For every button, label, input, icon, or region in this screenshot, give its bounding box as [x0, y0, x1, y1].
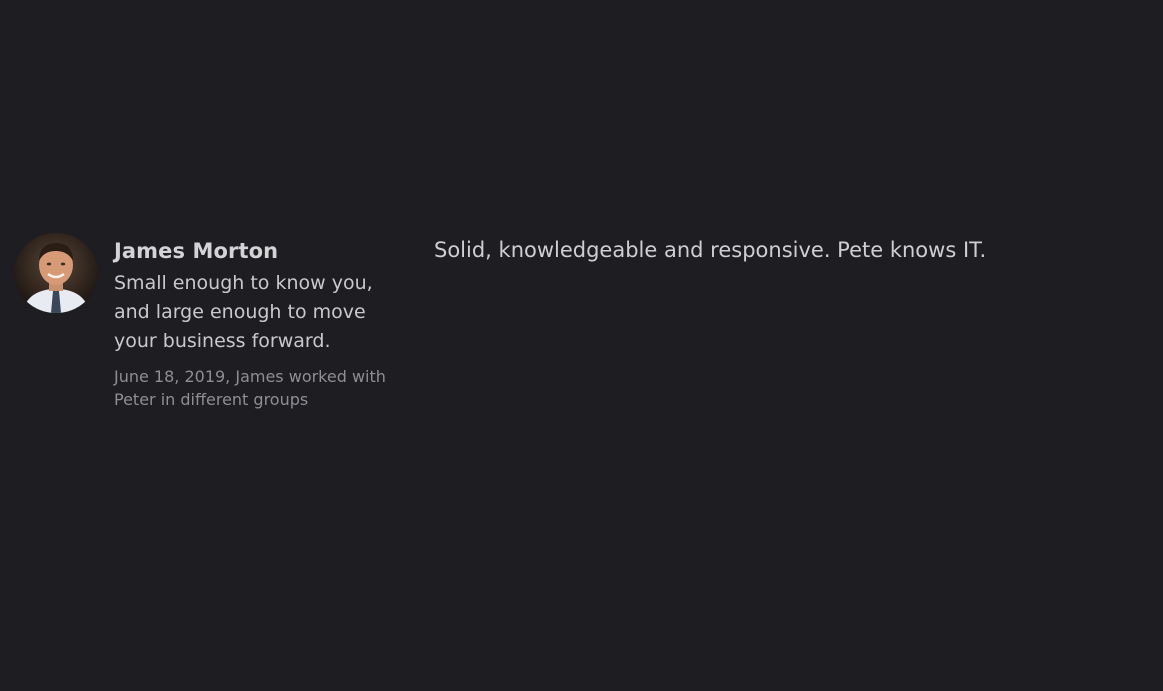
recommendation-card: James Morton Small enough to know you, a… [14, 233, 1114, 411]
recommendation-text: Solid, knowledgeable and responsive. Pet… [434, 238, 987, 262]
recommender-info: James Morton Small enough to know you, a… [114, 233, 414, 411]
profile-photo-icon [14, 233, 98, 313]
recommender-name[interactable]: James Morton [114, 237, 414, 265]
recommender-headline: Small enough to know you, and large enou… [114, 272, 373, 352]
recommendation-meta: June 18, 2019, James worked with Peter i… [114, 367, 386, 409]
avatar[interactable] [14, 233, 98, 313]
